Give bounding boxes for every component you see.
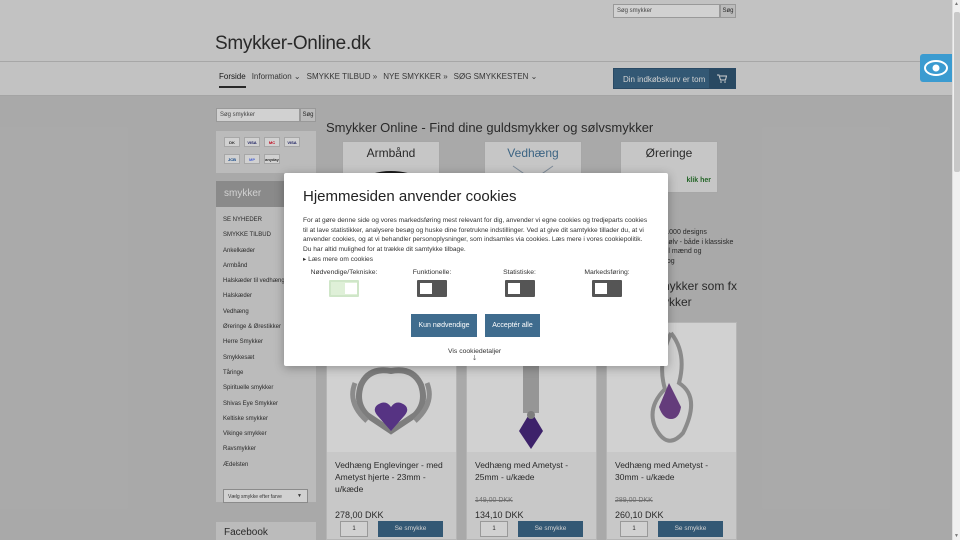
arrow-down-icon: 🡓 — [472, 355, 477, 362]
scrollbar[interactable]: ▲ ▼ — [952, 0, 960, 540]
toggle-marketing: Markedsføring: — [574, 269, 640, 297]
toggle-switch[interactable] — [592, 280, 622, 297]
accessibility-button[interactable] — [920, 54, 952, 82]
toggle-label: Nødvendige/Tekniske: — [310, 269, 378, 276]
necessary-only-button[interactable]: Kun nødvendige — [411, 314, 477, 337]
toggle-label: Statistiske: — [503, 269, 536, 276]
read-more-cookies-link[interactable]: ▸ Læs mere om cookies — [303, 255, 373, 263]
toggle-necessary: Nødvendige/Tekniske: — [307, 269, 381, 297]
toggle-statistics: Statistiske: — [487, 269, 552, 297]
toggle-label: Markedsføring: — [584, 269, 630, 276]
read-more-label: Læs mere om cookies — [308, 256, 374, 263]
toggle-switch[interactable] — [504, 280, 535, 297]
toggle-functional: Funktionelle: — [397, 269, 467, 297]
toggle-switch[interactable] — [417, 280, 447, 297]
scrollbar-thumb[interactable] — [954, 12, 960, 172]
cookie-dialog: Hjemmesiden anvender cookies For at gøre… — [284, 173, 668, 366]
toggle-switch[interactable] — [329, 280, 359, 297]
accept-all-button[interactable]: Acceptér alle — [485, 314, 540, 337]
toggle-label: Funktionelle: — [412, 269, 452, 276]
cookie-text: For at gøre denne side og vores markedsf… — [303, 217, 648, 254]
scroll-down-icon[interactable]: ▼ — [954, 533, 959, 539]
cookie-title: Hjemmesiden anvender cookies — [303, 188, 517, 205]
scroll-up-icon[interactable]: ▲ — [954, 1, 959, 7]
cookie-details-link[interactable]: Vis cookiedetaljer 🡓 — [448, 348, 501, 365]
eye-icon — [924, 60, 948, 76]
